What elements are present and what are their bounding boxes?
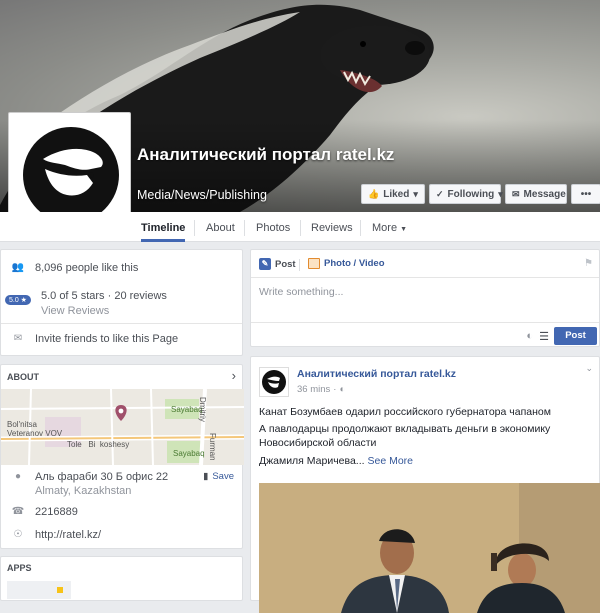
photo-icon (308, 258, 320, 269)
save-location-button[interactable]: ▮ Save (203, 471, 234, 482)
more-options-icon: ••• (580, 188, 592, 200)
composer-tab-photo[interactable]: Photo / Video (308, 258, 385, 269)
invite-icon: ✉ (13, 333, 23, 344)
phone-icon: ☎ (11, 506, 25, 517)
chevron-down-icon[interactable]: ⌄ (585, 363, 593, 374)
message-label: Message (523, 188, 566, 200)
composer-input[interactable]: Write something... (259, 286, 343, 298)
chevron-right-icon[interactable]: › (232, 368, 236, 383)
save-label: Save (212, 471, 234, 482)
page-title[interactable]: Аналитический портал ratel.kz (137, 144, 397, 166)
apps-heading[interactable]: APPS (7, 563, 32, 573)
about-heading[interactable]: ABOUT (7, 372, 39, 382)
tab-more-label: More (372, 222, 398, 234)
about-card: ABOUT › Bol'nitsa Veteranov VOV Tole Bi k… (0, 364, 244, 549)
tab-photos[interactable]: Photos (256, 212, 290, 242)
map-label-hospital: Bol'nitsa Veteranov VOV (7, 420, 63, 438)
bookmark-icon: ▮ (203, 471, 209, 482)
thumbs-up-icon: 👍 (368, 188, 380, 199)
chevron-down-icon: ▼ (400, 226, 408, 233)
apps-card: APPS (0, 556, 243, 601)
feed-post-card: Аналитический портал ratel.kz 36 mins · … (250, 356, 600, 613)
tab-timeline[interactable]: Timeline (141, 212, 186, 242)
rating-badge: 5.0 ★ (5, 295, 31, 305)
invite-friends-link[interactable]: Invite friends to like this Page (35, 333, 178, 345)
post-timestamp[interactable]: 36 mins (297, 384, 330, 395)
message-button[interactable]: ✉ Message (505, 184, 567, 204)
liked-button[interactable]: 👍 Liked ▾ (361, 184, 425, 204)
app-thumbnail[interactable] (7, 581, 71, 599)
composer-tab-post[interactable]: ✎ Post (259, 258, 296, 270)
see-more-link[interactable]: See More (367, 455, 413, 467)
map-label-road: Tole Bi koshesy (67, 440, 130, 449)
post-meta: 36 mins · ◐ (297, 384, 346, 395)
chevron-down-icon: ▾ (498, 188, 503, 199)
chevron-down-icon: ▾ (413, 188, 418, 199)
pencil-icon: ✎ (259, 258, 271, 270)
post-photo[interactable] (259, 483, 600, 613)
post-button[interactable]: Post (554, 327, 597, 345)
tab-about[interactable]: About (206, 212, 235, 242)
following-button[interactable]: ✓ Following ▾ (429, 184, 503, 204)
page-stats-card: 👥 8,096 people like this 5.0 ★ 5.0 of 5 … (0, 249, 243, 356)
post-tab-label: Post (275, 258, 296, 270)
post-text-line-3: Новосибирской области (259, 437, 377, 449)
people-icon: 👥 (11, 262, 25, 273)
page-navbar: Timeline About Photos Reviews More ▼ (0, 212, 600, 242)
location-map[interactable]: Bol'nitsa Veteranov VOV Tole Bi koshesy S… (1, 389, 244, 465)
post-text-line-2: А павлодарцы продолжают вкладывать деньг… (259, 423, 551, 435)
audience-globe-icon[interactable]: ◐ (526, 330, 533, 342)
message-icon: ✉ (512, 188, 520, 199)
photo-tab-label: Photo / Video (324, 258, 385, 269)
map-label-furman: Furman (208, 433, 217, 461)
address-line-1: Аль фараби 30 Б офис 22 (35, 471, 169, 483)
tab-reviews[interactable]: Reviews (311, 212, 353, 242)
view-reviews-link[interactable]: View Reviews (41, 305, 167, 317)
map-label-park-2: Sayabaq (173, 449, 205, 458)
globe-icon: ☉ (13, 529, 23, 540)
post-text-truncated: Джамиля Маричева... (259, 455, 365, 467)
check-icon: ✓ (436, 188, 444, 199)
app-icon (57, 587, 63, 593)
more-options-button[interactable]: ••• (571, 184, 600, 204)
location-pin-icon: ● (14, 471, 22, 482)
address-line-2: Almaty, Kazakhstan (35, 485, 132, 497)
composer-card: ✎ Post Photo / Video ⚑ Write something..… (250, 249, 600, 347)
public-icon: ◐ (339, 384, 346, 395)
phone-number[interactable]: 2216889 (35, 506, 78, 518)
post-text-line-4: Джамиля Маричева... See More (259, 455, 413, 467)
flag-icon[interactable]: ⚑ (584, 258, 593, 269)
layers-icon[interactable]: ☰ (539, 330, 549, 343)
rating-text: 5.0 of 5 stars · 20 reviews (40, 290, 167, 302)
page-category[interactable]: Media/News/Publishing (137, 188, 267, 202)
post-text-line-1: Канат Бозумбаев одарил российского губер… (259, 406, 551, 418)
following-label: Following (447, 188, 495, 200)
map-label-dmitriy: Dmitriy (198, 397, 207, 422)
post-author-name[interactable]: Аналитический портал ratel.kz (297, 368, 456, 380)
likes-count[interactable]: 8,096 people like this (35, 262, 138, 274)
liked-label: Liked (383, 188, 410, 200)
tab-more[interactable]: More ▼ (372, 212, 407, 242)
post-author-avatar[interactable] (259, 367, 289, 397)
website-link[interactable]: http://ratel.kz/ (35, 529, 101, 541)
